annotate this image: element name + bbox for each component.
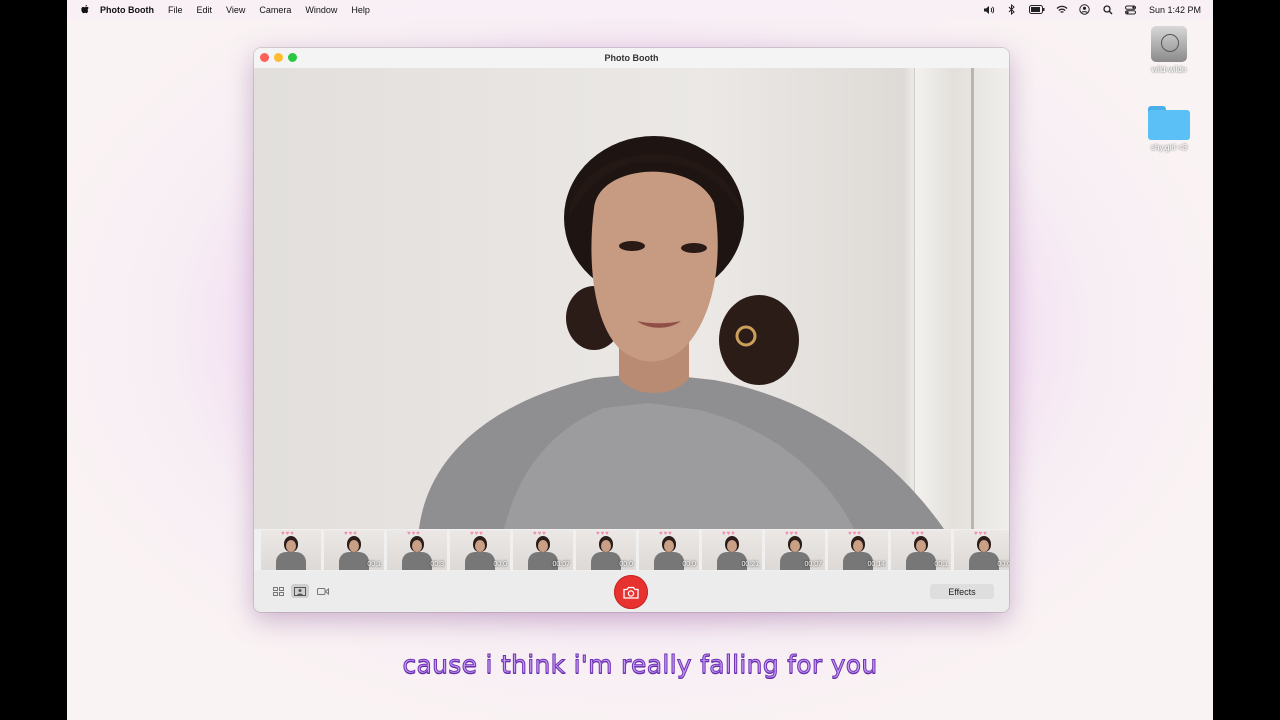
thumbnail-item[interactable]: ♥♥♥00:0 xyxy=(450,530,510,570)
thumbnail-item[interactable]: ♥♥♥ 00:1 xyxy=(324,530,384,570)
menu-bar: Photo Booth File Edit View Camera Window… xyxy=(67,0,1213,19)
single-photo-button[interactable] xyxy=(291,584,309,598)
thumbnail-duration: 00:0 xyxy=(682,561,696,568)
thumbnail-item[interactable]: ♥♥♥00:0 xyxy=(954,530,1009,570)
thumbnail-item[interactable]: ♥♥♥ 00:07 xyxy=(765,530,825,570)
desktop-icon-label: wild-wilde xyxy=(1151,65,1187,74)
menu-window[interactable]: Window xyxy=(305,5,337,15)
thumbnail-item[interactable]: ♥♥♥00:0 xyxy=(576,530,636,570)
wifi-icon[interactable] xyxy=(1056,5,1068,15)
battery-icon[interactable] xyxy=(1028,5,1045,15)
menu-file[interactable]: File xyxy=(168,5,183,15)
thumbnail-duration: 00:0 xyxy=(493,561,507,568)
zoom-button[interactable] xyxy=(288,53,297,62)
window-title: Photo Booth xyxy=(604,53,659,63)
portrait-icon xyxy=(294,586,306,596)
photo-booth-window: Photo Booth ♥♥♥ ♥♥♥ 00:1 ♥♥♥ 00:3 ♥♥♥ 00… xyxy=(254,48,1009,612)
thumbnail-duration: 00:21 xyxy=(741,561,759,568)
thumbnail-duration: 00:0 xyxy=(997,561,1009,568)
bluetooth-icon[interactable] xyxy=(1006,4,1018,15)
volume-icon[interactable] xyxy=(983,5,995,15)
camera-preview xyxy=(254,68,1009,529)
desktop-icon-label: shy.girl <3 xyxy=(1150,143,1188,152)
apple-menu-icon[interactable] xyxy=(80,4,90,15)
menu-app-name[interactable]: Photo Booth xyxy=(100,5,154,15)
thumbnail-item[interactable]: ♥♥♥ xyxy=(261,530,321,570)
video-caption: cause i think i'm really falling for you xyxy=(402,650,878,680)
thumbnail-item[interactable]: ♥♥♥ 00:07 xyxy=(513,530,573,570)
thumbnail-item[interactable]: ♥♥♥ 00:1 xyxy=(891,530,951,570)
folder-icon xyxy=(1148,106,1190,140)
search-icon[interactable] xyxy=(1102,4,1114,15)
bottom-toolbar: Effects xyxy=(254,571,1009,612)
camera-icon xyxy=(623,586,639,599)
video-mode-button[interactable] xyxy=(314,584,332,598)
thumbnail-item[interactable]: ♥♥♥00:0 xyxy=(639,530,699,570)
thumbnail-duration: 00:0 xyxy=(619,561,633,568)
menu-edit[interactable]: Edit xyxy=(197,5,213,15)
window-titlebar[interactable]: Photo Booth xyxy=(254,48,1009,68)
shutter-button[interactable] xyxy=(614,575,648,609)
thumbnail-duration: 00:1 xyxy=(934,561,948,568)
control-center-icon[interactable] xyxy=(1125,5,1137,15)
desktop-icon-disk[interactable]: wild-wilde xyxy=(1137,26,1201,74)
menu-bar-clock[interactable]: Sun 1:42 PM xyxy=(1149,5,1201,15)
menu-help[interactable]: Help xyxy=(351,5,370,15)
thumbnail-strip[interactable]: ♥♥♥ ♥♥♥ 00:1 ♥♥♥ 00:3 ♥♥♥ 00:0 ♥♥♥ 00:07 ♥♥♥ 00:0 ♥… xyxy=(254,529,1009,571)
desktop-icon-folder[interactable]: shy.girl <3 xyxy=(1137,106,1201,152)
thumbnail-item[interactable]: ♥♥♥ 00:21 xyxy=(702,530,762,570)
desktop: Photo Booth File Edit View Camera Window… xyxy=(67,0,1213,720)
person-video-frame xyxy=(419,136,944,529)
video-camera-icon xyxy=(317,587,329,595)
effects-button[interactable]: Effects xyxy=(930,584,994,599)
close-button[interactable] xyxy=(260,53,269,62)
thumbnail-item[interactable]: ♥♥♥ 00:3 xyxy=(387,530,447,570)
user-icon[interactable] xyxy=(1079,4,1091,15)
menu-camera[interactable]: Camera xyxy=(259,5,291,15)
thumbnail-duration: 00:1 xyxy=(367,561,381,568)
grid-view-button[interactable] xyxy=(269,584,287,598)
thumbnail-duration: 00:3 xyxy=(430,561,444,568)
minimize-button[interactable] xyxy=(274,53,283,62)
disk-icon xyxy=(1151,26,1187,62)
thumbnail-duration: 00:07 xyxy=(552,561,570,568)
grid-icon xyxy=(272,586,284,596)
thumbnail-item[interactable]: ♥♥♥ 00:14 xyxy=(828,530,888,570)
menu-view[interactable]: View xyxy=(226,5,245,15)
thumbnail-duration: 00:14 xyxy=(867,561,885,568)
thumbnail-duration: 00:07 xyxy=(804,561,822,568)
